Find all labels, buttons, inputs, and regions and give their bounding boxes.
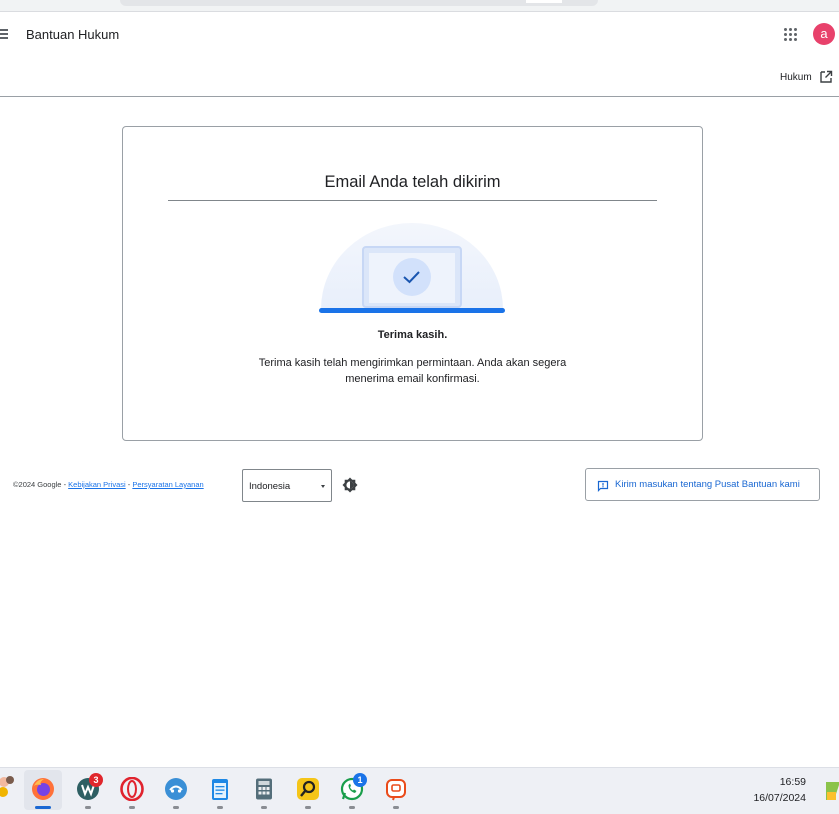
feedback-icon [597,480,609,492]
language-select[interactable]: Indonesia [242,469,332,502]
taskbar-search-app[interactable] [289,770,327,810]
taskbar-partial-icon[interactable] [0,774,16,800]
orange-chat-icon [386,779,406,801]
taskbar-chat-blue[interactable] [157,770,195,810]
opera-icon [120,777,144,801]
app-header: Bantuan Hukum a [0,12,839,58]
chat-bubble-icon [165,778,187,800]
google-apps-icon[interactable] [783,27,799,43]
confirmation-card: Email Anda telah dikirim Terima kasih. T… [122,126,703,441]
privacy-policy-link[interactable]: Kebijakan Privasi [68,480,126,489]
clock-date[interactable]: 16/07/2024 [740,792,806,804]
external-link-icon[interactable] [819,70,833,84]
search-app-icon [297,778,319,800]
taskbar-whatsapp[interactable]: 1 [333,770,371,810]
taskbar-firefox[interactable] [24,770,62,810]
page-title[interactable]: Bantuan Hukum [26,27,119,42]
taskbar: 3 1 16:59 16/07/2024 [0,767,839,814]
language-selected-value: Indonesia [249,481,291,492]
taskbar-opera[interactable] [113,770,151,810]
copyright-text: ©2024 Google [13,480,62,489]
sub-navigation: Hukum [0,58,839,97]
send-feedback-button[interactable]: Kirim masukan tentang Pusat Bantuan kami [585,468,820,501]
browser-top-strip [0,0,839,12]
taskbar-notepad[interactable] [201,770,239,810]
dropdown-caret-icon [321,485,325,488]
notification-badge: 3 [89,773,103,787]
divider [168,200,657,201]
notepad-icon [212,779,228,800]
hukum-link[interactable]: Hukum [780,72,812,83]
thanks-heading: Terima kasih. [377,329,448,341]
feedback-label: Kirim masukan tentang Pusat Bantuan kami [615,479,800,490]
tray-partial-icon[interactable] [823,778,839,804]
terms-of-service-link[interactable]: Persyaratan Layanan [132,480,203,489]
card-title: Email Anda telah dikirim [324,173,501,191]
laptop-check-illustration [319,223,505,313]
clock-time[interactable]: 16:59 [740,776,806,788]
address-bar[interactable] [120,0,598,6]
taskbar-app-badge[interactable]: 3 [69,770,107,810]
theme-toggle-icon[interactable] [342,477,358,493]
calculator-icon [256,778,272,800]
footer-links: ©2024 Google - Kebijakan Privasi - Persy… [13,480,204,489]
hamburger-menu-icon[interactable] [0,29,8,39]
taskbar-orange-chat[interactable] [377,770,415,810]
taskbar-calculator[interactable] [245,770,283,810]
firefox-icon [32,778,54,800]
account-avatar[interactable]: a [813,23,835,45]
thanks-message: Terima kasih telah mengirimkan permintaa… [258,357,567,385]
notification-badge: 1 [353,773,367,787]
